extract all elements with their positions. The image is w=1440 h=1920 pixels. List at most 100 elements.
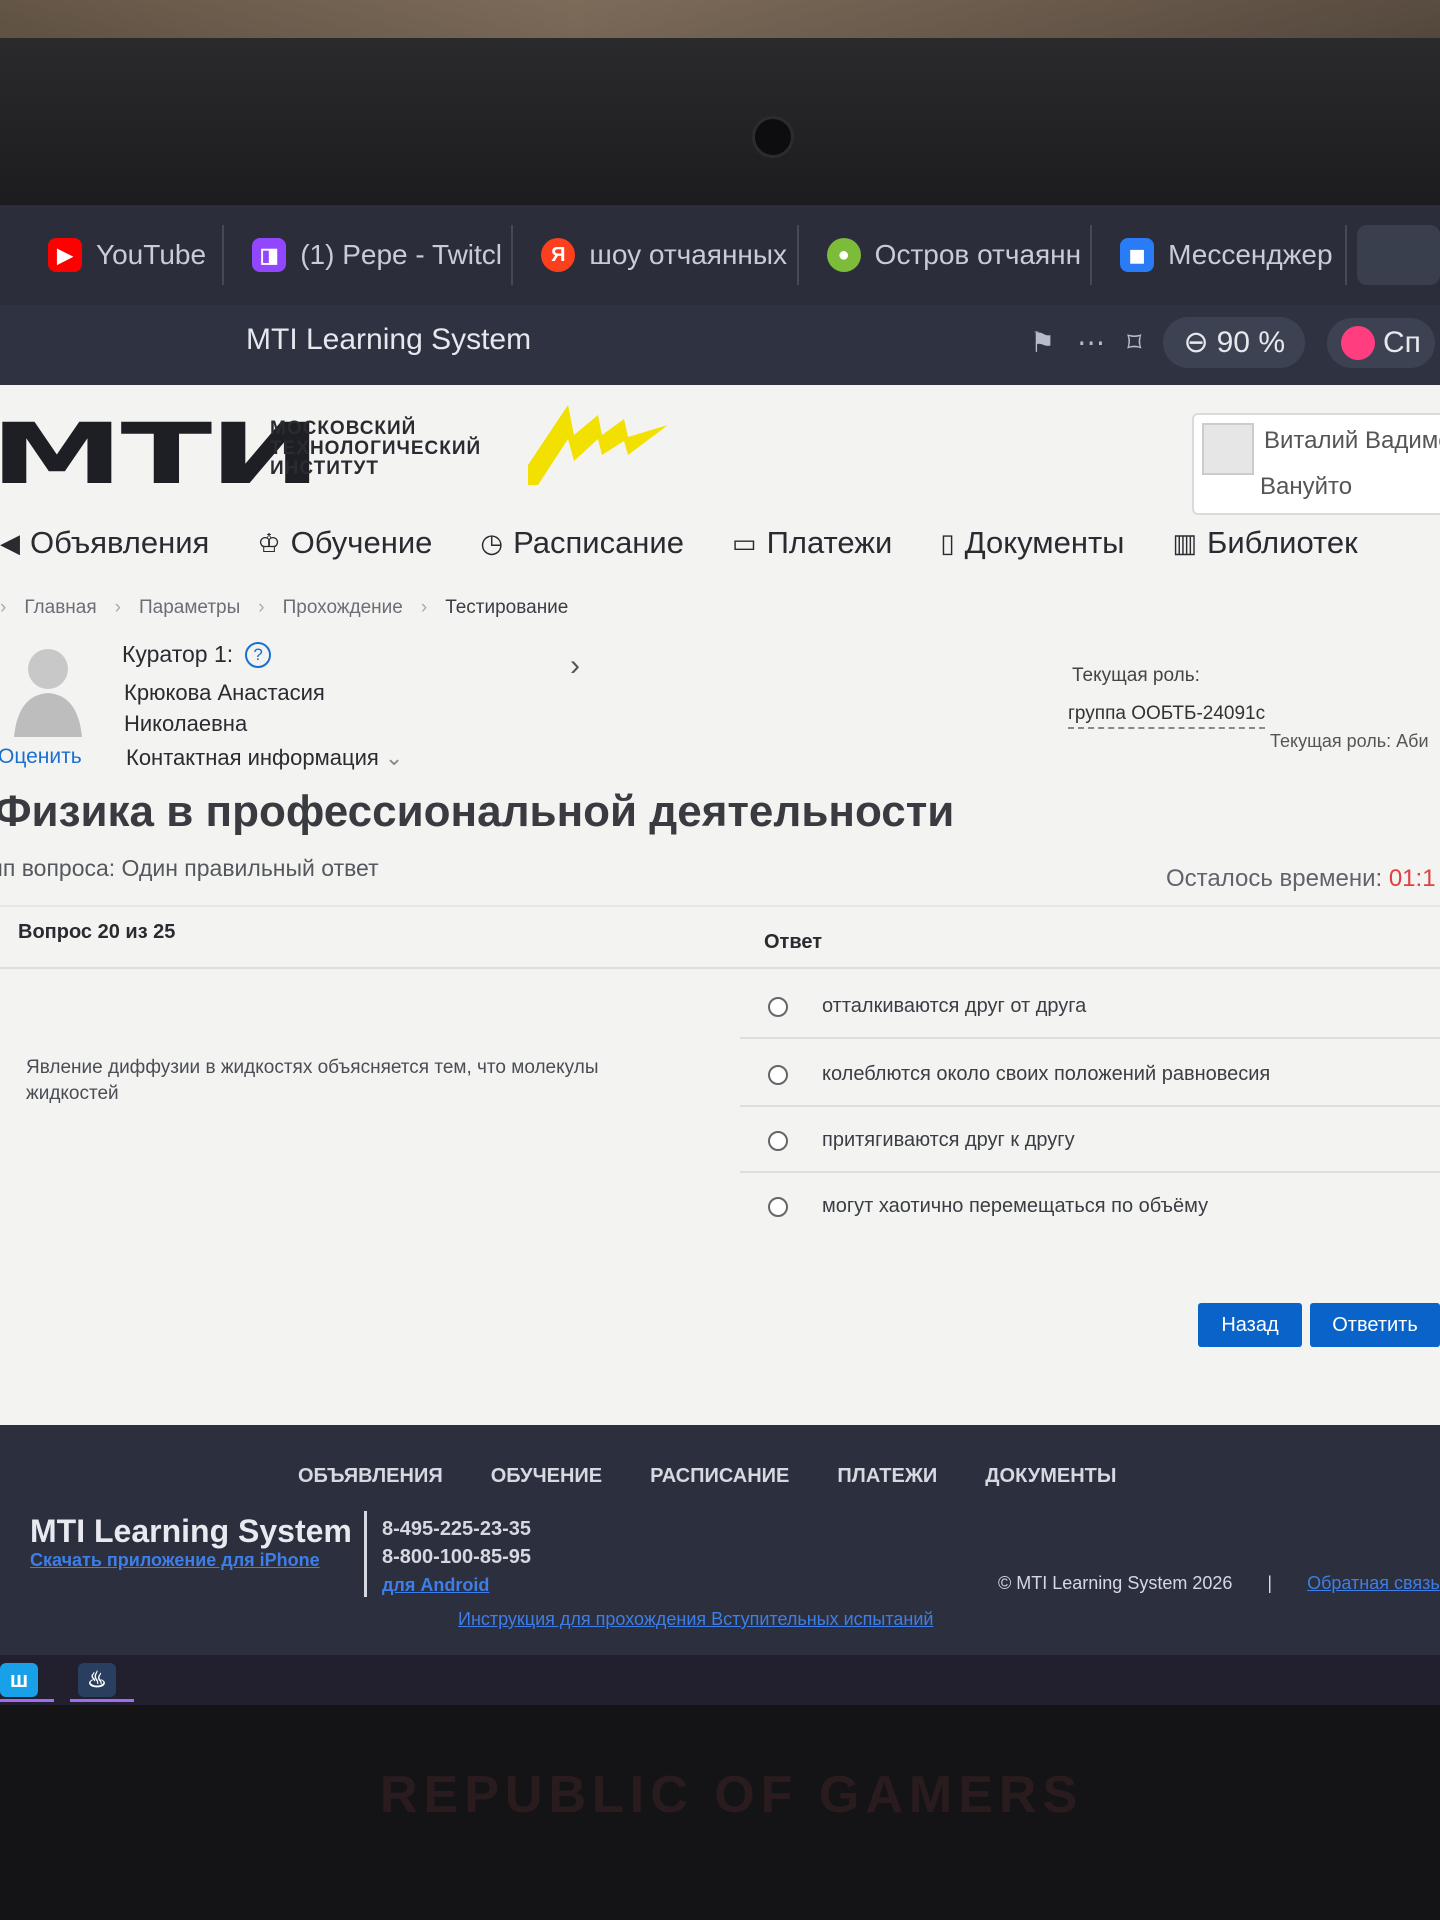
answer-option[interactable]: могут хаотично перемещаться по объёму [768, 1195, 1208, 1218]
radio-button[interactable] [768, 996, 788, 1017]
footer-nav-announcements[interactable]: ОБЪЯВЛЕНИЯ [298, 1465, 443, 1488]
iphone-app-link[interactable]: Скачать приложение для iPhone [30, 1550, 352, 1571]
twitch-icon: ◨ [252, 238, 287, 272]
submit-answer-button[interactable]: Ответить [1310, 1303, 1440, 1347]
tab-messenger[interactable]: ◼ Мессенджер [1092, 225, 1347, 285]
question-progress: Вопрос 20 из 25 [18, 921, 176, 943]
question-table: Вопрос 20 из 25 Ответ Явление диффузии в… [0, 905, 1440, 1217]
footer-nav-schedule[interactable]: РАСПИСАНИЕ [650, 1465, 789, 1488]
graduation-cap-icon: ♔ [257, 527, 281, 558]
curator-avatar [14, 649, 82, 737]
tab-island[interactable]: ● Остров отчаянн [799, 225, 1093, 285]
breadcrumb: › Главная › Параметры › Прохождение › Те… [0, 597, 569, 619]
footer-copyright: © MTI Learning System 2026 | Обратная св… [998, 1573, 1440, 1593]
browser-tab-strip: ▶ YouTube ◨ (1) Pepe - Twitcl Я шоу отча… [0, 205, 1440, 305]
page-content: МТИ МОСКОВСКИЙ ТЕХНОЛОГИЧЕСКИЙ ИНСТИТУТ … [0, 385, 1440, 1495]
book-icon: ▥ [1172, 527, 1198, 558]
nav-payments[interactable]: ▭ Платежи [732, 525, 892, 561]
payment-icon: ▭ [732, 527, 757, 558]
breadcrumb-home[interactable]: Главная [24, 597, 96, 619]
curator-contact-toggle[interactable]: Контактная информация ⌄ [126, 745, 403, 771]
user-menu[interactable]: Виталий Вадимо Вануйто [1192, 413, 1440, 515]
role-label-secondary[interactable]: Текущая роль: Аби [1270, 731, 1429, 752]
course-title: Физика в профессиональной деятельности [0, 787, 955, 836]
chevron-down-icon: ⌄ [384, 745, 404, 770]
curator-name: Крюкова Анастасия Николаевна [124, 680, 325, 736]
footer-nav: ОБЪЯВЛЕНИЯ ОБУЧЕНИЕ РАСПИСАНИЕ ПЛАТЕЖИ Д… [298, 1465, 1116, 1488]
laptop-screen: ▶ YouTube ◨ (1) Pepe - Twitcl Я шоу отча… [0, 205, 1440, 1705]
device-brand: REPUBLIC OF GAMERS [380, 1766, 1084, 1824]
institute-logo-subtitle: МОСКОВСКИЙ ТЕХНОЛОГИЧЕСКИЙ ИНСТИТУТ [270, 418, 482, 479]
youtube-icon: ▶ [48, 238, 82, 272]
timer-value: 01:1 [1388, 865, 1436, 892]
instructions-link[interactable]: Инструкция для прохождения Вступительных… [458, 1609, 933, 1630]
android-app-link[interactable]: для Android [382, 1571, 531, 1599]
messenger-icon: ◼ [1120, 238, 1155, 272]
help-icon[interactable]: ? [245, 641, 272, 668]
profile-icon [1341, 325, 1376, 360]
footer-brand: MTI Learning System Скачать приложение д… [30, 1513, 352, 1571]
radio-button[interactable] [768, 1130, 788, 1151]
profile-button[interactable]: Сп [1327, 317, 1435, 368]
answer-option[interactable]: отталкиваются друг от друга [768, 995, 1086, 1018]
browser-address-bar: MTI Learning System ⚑ ⋯ ⌑ ⊖ 90 % Сп [0, 305, 1440, 385]
phone-primary[interactable]: 8-495-225-23-35 [382, 1515, 531, 1543]
footer-nav-learning[interactable]: ОБУЧЕНИЕ [491, 1465, 602, 1488]
tab-overflow[interactable] [1356, 225, 1440, 285]
nav-announcements[interactable]: ◀ Объявления [0, 525, 209, 561]
breadcrumb-params[interactable]: Параметры [139, 597, 240, 619]
role-group-selector[interactable]: группа ООБТБ-24091с [1068, 703, 1266, 729]
tab-twitch[interactable]: ◨ (1) Pepe - Twitcl [224, 225, 514, 285]
megaphone-icon: ◀ [0, 527, 20, 558]
nav-library[interactable]: ▥ Библиотек [1172, 525, 1357, 561]
tab-youtube[interactable]: ▶ YouTube [20, 225, 225, 285]
page-title-bar[interactable]: MTI Learning System [246, 323, 531, 357]
island-icon: ● [826, 238, 861, 272]
radio-button[interactable] [768, 1064, 788, 1085]
question-text: Явление диффузии в жидкостях объясняется… [26, 1057, 599, 1104]
laptop-bezel-bottom: REPUBLIC OF GAMERS [0, 1705, 1440, 1920]
logo-mark-icon [528, 405, 668, 485]
answer-option[interactable]: колеблются около своих положений равнове… [768, 1063, 1270, 1086]
laptop-bezel-top [0, 0, 1440, 210]
answer-option[interactable]: притягиваются друг к другу [768, 1129, 1075, 1152]
breadcrumb-testing: Тестирование [445, 597, 569, 618]
footer-divider [364, 1511, 367, 1597]
feedback-link[interactable]: Обратная связь [1307, 1573, 1440, 1593]
phone-secondary[interactable]: 8-800-100-85-95 [382, 1543, 531, 1571]
clock-icon: ◷ [480, 527, 504, 558]
zoom-indicator[interactable]: ⊖ 90 % [1163, 317, 1306, 368]
chevron-right-icon[interactable]: › [570, 649, 580, 683]
translate-icon[interactable]: ⚑ [1030, 326, 1055, 359]
steam-icon[interactable]: ♨ [78, 1663, 116, 1697]
footer-nav-documents[interactable]: ДОКУМЕНТЫ [985, 1465, 1116, 1488]
time-remaining: Осталось времени: 01:1 [1166, 865, 1436, 892]
webcam [752, 116, 794, 158]
footer-nav-payments[interactable]: ПЛАТЕЖИ [837, 1465, 937, 1488]
more-icon[interactable]: ⋯ [1077, 326, 1105, 359]
breadcrumb-passing[interactable]: Прохождение [283, 597, 403, 619]
user-name: Виталий Вадимо [1264, 427, 1440, 454]
nav-schedule[interactable]: ◷ Расписание [480, 525, 684, 561]
zoom-icon: ⊖ [1183, 326, 1209, 359]
yandex-icon: Я [541, 238, 576, 272]
rate-curator-link[interactable]: Оценить [0, 745, 82, 769]
role-label: Текущая роль: [1072, 665, 1200, 686]
tab-yandex[interactable]: Я шоу отчаянных [513, 225, 799, 285]
document-icon: ▯ [940, 527, 955, 558]
back-button[interactable]: Назад [1198, 1303, 1302, 1347]
avatar [1202, 423, 1254, 475]
footer: ОБЪЯВЛЕНИЯ ОБУЧЕНИЕ РАСПИСАНИЕ ПЛАТЕЖИ Д… [0, 1425, 1440, 1655]
app-w-icon[interactable]: ш [0, 1663, 38, 1697]
os-taskbar: ш ♨ [0, 1655, 1440, 1705]
main-nav: ◀ Объявления ♔ Обучение ◷ Расписание ▭ Плате… [0, 525, 1440, 561]
nav-documents[interactable]: ▯ Документы [940, 525, 1124, 561]
question-type: ип вопроса: Один правильный ответ [0, 855, 379, 881]
curator-title: Куратор 1: ? [122, 641, 272, 668]
desk-background [0, 0, 1440, 38]
bookmark-icon[interactable]: ⌑ [1127, 326, 1141, 359]
nav-learning[interactable]: ♔ Обучение [257, 525, 432, 561]
radio-button[interactable] [768, 1196, 788, 1217]
user-surname: Вануйто [1260, 473, 1353, 500]
footer-phones: 8-495-225-23-35 8-800-100-85-95 для Andr… [382, 1515, 531, 1599]
